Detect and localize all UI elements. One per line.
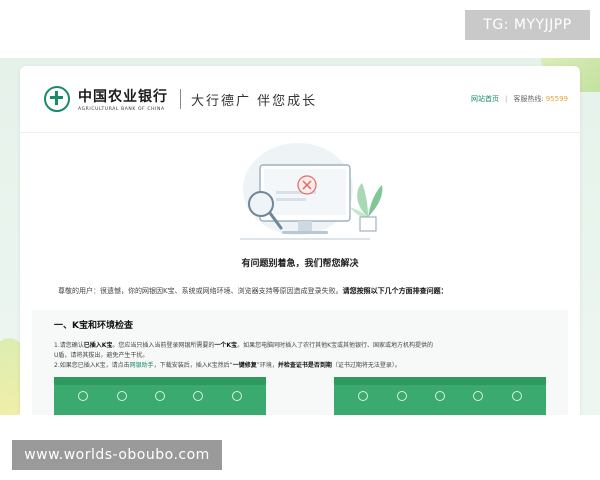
assistant-screenshot-left [54,377,266,415]
step1-bold-one-kbao: 一个K宝 [214,342,238,349]
screenshot-icon [154,391,165,401]
screenshot-icon [116,391,127,401]
intro-bold: 请您按照以下几个方面排查问题： [342,287,448,295]
step2-text-f: （证书过期将无法登录）。 [331,362,401,369]
help-illustration: 有问题别着急，我们帮您解决 [20,133,580,269]
screenshot-icon [473,391,484,401]
step2-bold-one-click-fix: 一键修复 [232,362,257,369]
step2-text-a: 2.如果您已插入K宝，请点击 [54,362,130,369]
error-page-card: 中国农业银行 AGRICULTURAL BANK OF CHINA 大行德广 伴… [20,66,580,415]
netbank-assistant-link[interactable]: 网银助手 [130,362,154,369]
intro-prefix: 尊敬的用户：很遗憾，你的网银因K宝、系统或网络环境、浏览器支持等原因造成登录失败… [58,287,343,295]
screenshot-icons [54,385,266,401]
hotline-number: 95599 [545,95,568,103]
screenshot-icons [334,385,546,401]
plant-icon [350,183,383,232]
bank-name-en: AGRICULTURAL BANK OF CHINA [78,107,165,112]
header-links: 网站首页 | 客服热线: 95599 [471,94,568,104]
step-1-cont: U盾，请将其拔出，避免产生干扰。 [54,352,149,359]
step1-text-c: 。您应当只插入当前登录网银所需要的 [112,342,215,349]
site-header: 中国农业银行 AGRICULTURAL BANK OF CHINA 大行德广 伴… [20,66,580,133]
step1-text-e: 。如果您电脑同时插入了农行其他K宝或其他银行、国家或地方机构提供的 [237,342,433,349]
step2-text-d: ”环境， [256,362,278,369]
screenshot-icon [231,391,242,401]
assistant-screenshots [54,377,554,415]
intro-text: 尊敬的用户：很遗憾，你的网银因K宝、系统或网络环境、浏览器支持等原因造成登录失败… [58,286,580,296]
magnifier-icon [248,191,283,230]
error-x-icon [297,175,317,195]
screenshot-icon [78,391,89,401]
screenshot-titlebar [54,377,266,385]
watermark-top: TG: MYYJJPP [465,10,590,40]
page-headline: 有问题别着急，我们帮您解决 [241,259,359,269]
watermark-bottom: www.worlds-oboubo.com [12,440,222,470]
hotline-label: 客服热线: [513,95,544,103]
screenshot-icon [396,391,407,401]
step-1: 1.请您确认已插入K宝。您应当只插入当前登录网银所需要的一个K宝。如果您电脑同时… [54,341,554,351]
assistant-screenshot-right [334,377,546,415]
kbao-environment-section: 一、K宝和环境检查 1.请您确认已插入K宝。您应当只插入当前登录网银所需要的一个… [32,310,568,415]
step1-text-a: 1.请您确认 [54,342,84,349]
bank-slogan: 大行德广 伴您成长 [191,93,318,109]
screenshot-icon [358,391,369,401]
bank-logo[interactable]: 中国农业银行 AGRICULTURAL BANK OF CHINA [78,86,168,112]
screenshot-titlebar [334,377,546,385]
section-title: 一、K宝和环境检查 [54,321,133,331]
screenshot-icon [434,391,445,401]
step2-bold-check-cert: 并检查证书是否到期 [277,362,332,369]
abc-logo-icon[interactable] [44,86,70,112]
step-2: 2.如果您已插入K宝，请点击网银助手，下载安装后，插入K宝然后“一键修复”环境，… [54,361,554,371]
bank-name-cn: 中国农业银行 [78,89,168,105]
step1-bold-inserted: 已插入K宝 [83,342,113,349]
step2-text-b: ，下载安装后，插入K宝然后“ [153,362,233,369]
screenshot-icon [511,391,522,401]
home-link[interactable]: 网站首页 [471,94,499,104]
header-divider [180,89,181,109]
screenshot-icon [193,391,204,401]
page-background: 中国农业银行 AGRICULTURAL BANK OF CHINA 大行德广 伴… [0,58,600,415]
header-separator: | [505,95,508,103]
